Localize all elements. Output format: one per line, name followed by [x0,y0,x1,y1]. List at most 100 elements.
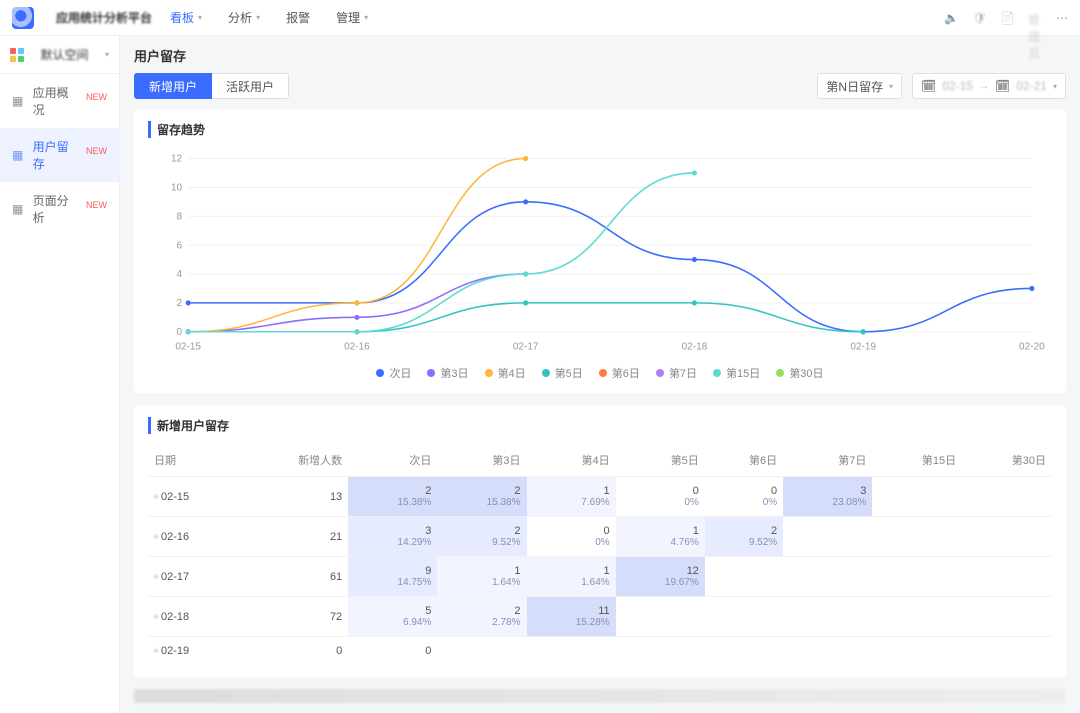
sidebar-item-0[interactable]: ▦应用概况NEW [0,74,119,128]
toolbar: 新增用户 活跃用户 第N日留存 ▾ 🗓 02-15 → 🗓 02-21 ▾ [134,73,1066,99]
retention-cell: 00% [705,477,783,517]
tab-new-user[interactable]: 新增用户 [134,73,212,99]
legend-dot-icon [656,369,664,377]
date-range-picker[interactable]: 🗓 02-15 → 🗓 02-21 ▾ [912,73,1066,99]
top-nav-dashboard[interactable]: 看板▾ [170,9,202,26]
table-row: ▪ 02-1513215.38%215.38%17.69%00%00%323.0… [148,477,1052,517]
chart-card: 留存趋势 02468101202-1502-1602-1702-1802-190… [134,109,1066,393]
workspace-selector[interactable]: 默认空间 ▾ [0,36,119,74]
date-cell: ▪ 02-16 [148,517,239,557]
svg-text:12: 12 [171,153,182,164]
svg-text:0: 0 [177,327,183,338]
legend-item[interactable]: 第3日 [427,365,468,381]
legend-item[interactable]: 第5日 [542,365,583,381]
top-nav-manage[interactable]: 管理▾ [336,9,368,26]
retention-cell: 11.64% [527,557,616,597]
sidebar-item-1[interactable]: ▦用户留存NEW [0,128,119,182]
empty-cell [872,477,962,517]
legend-label: 第3日 [440,365,468,381]
empty-cell [616,637,705,666]
date-cell: ▪ 02-17 [148,557,239,597]
table-header: 日期 [148,444,239,477]
empty-cell [962,517,1052,557]
svg-text:02-15: 02-15 [175,341,201,352]
top-nav-alert[interactable]: 报警 [286,9,310,26]
table-card-title: 新增用户留存 [148,417,1052,434]
chart-legend: 次日 第3日 第4日第5日第6日 第7日第15日第30日 [148,365,1052,381]
workspace-icon [10,48,24,62]
date-to: 02-21 [1016,79,1047,93]
legend-item[interactable]: 第6日 [599,365,640,381]
table-header: 第3日 [437,444,526,477]
retention-table: 日期新增人数次日第3日第4日第5日第6日第7日第15日第30日▪ 02-1513… [148,444,1052,665]
new-badge: NEW [86,200,107,210]
svg-text:2: 2 [177,298,183,309]
select-label: 第N日留存 [826,78,883,95]
side-menu: ▦应用概况NEW▦用户留存NEW▦页面分析NEW [0,74,119,236]
top-nav: 看板▾ 分析▾ 报警 管理▾ [170,9,368,26]
table-row: ▪ 02-1621314.29%29.52%00%14.76%29.52% [148,517,1052,557]
top-nav-analysis[interactable]: 分析▾ [228,9,260,26]
table-header: 第15日 [872,444,962,477]
table-header: 第7日 [783,444,872,477]
retention-cell: 00% [527,517,616,557]
empty-cell [783,557,872,597]
top-header: 应用统计分析平台 看板▾ 分析▾ 报警 管理▾ 🔈 🛡 📄 管理员 ⋯ [0,0,1080,36]
legend-dot-icon [485,369,493,377]
svg-text:02-19: 02-19 [850,341,876,352]
retention-cell: 1219.67% [616,557,705,597]
chevron-down-icon: ▾ [889,82,893,91]
new-badge: NEW [86,146,107,156]
retention-cell: 215.38% [437,477,526,517]
legend-label: 次日 [389,365,411,381]
retention-cell: 29.52% [705,517,783,557]
retention-cell: 56.94% [348,597,437,637]
table-header: 次日 [348,444,437,477]
arrow-right-icon: → [979,81,989,92]
legend-label: 第7日 [669,365,697,381]
table-header: 第5日 [616,444,705,477]
shield-icon[interactable]: 🛡 [972,11,986,25]
svg-text:10: 10 [171,182,182,193]
legend-item[interactable]: 第4日 [485,365,526,381]
legend-item[interactable]: 第15日 [713,365,760,381]
svg-text:02-16: 02-16 [344,341,370,352]
retention-cell: 323.08% [783,477,872,517]
tab-active-user[interactable]: 活跃用户 [212,73,289,99]
chevron-down-icon: ▾ [1053,82,1057,91]
legend-dot-icon [376,369,384,377]
sidebar-item-label: 页面分析 [33,192,76,226]
user-menu[interactable]: 管理员 [1028,11,1042,25]
count-cell: 72 [239,597,348,637]
legend-dot-icon [713,369,721,377]
table-header: 新增人数 [239,444,348,477]
more-icon[interactable]: ⋯ [1056,11,1068,25]
retention-cell: 29.52% [437,517,526,557]
table-row: ▪ 02-1761914.75%11.64%11.64%1219.67% [148,557,1052,597]
legend-item[interactable]: 次日 [376,365,411,381]
chevron-down-icon: ▾ [256,13,260,22]
chevron-down-icon: ▾ [364,13,368,22]
legend-item[interactable]: 第7日 [656,365,697,381]
retention-cell: 11.64% [437,557,526,597]
date-cell: ▪ 02-15 [148,477,239,517]
empty-cell [872,637,962,666]
volume-icon[interactable]: 🔈 [944,11,958,25]
empty-cell [705,637,783,666]
date-cell: ▪ 02-19 [148,637,239,666]
retention-cell: 22.78% [437,597,526,637]
sidebar-item-2[interactable]: ▦页面分析NEW [0,182,119,236]
retention-type-select[interactable]: 第N日留存 ▾ [817,73,902,99]
main-content: 用户留存 新增用户 活跃用户 第N日留存 ▾ 🗓 02-15 → 🗓 02-21… [120,36,1080,713]
calendar-icon: 🗓 [995,79,1010,93]
calendar-icon: 🗓 [921,79,936,93]
retention-cell: 17.69% [527,477,616,517]
retention-chart: 02468101202-1502-1602-1702-1802-1902-20 [148,148,1052,358]
empty-cell [437,637,526,666]
chevron-down-icon: ▾ [198,13,202,22]
legend-label: 第4日 [498,365,526,381]
table-header: 第30日 [962,444,1052,477]
doc-icon[interactable]: 📄 [1000,11,1014,25]
empty-cell [962,637,1052,666]
legend-item[interactable]: 第30日 [776,365,823,381]
